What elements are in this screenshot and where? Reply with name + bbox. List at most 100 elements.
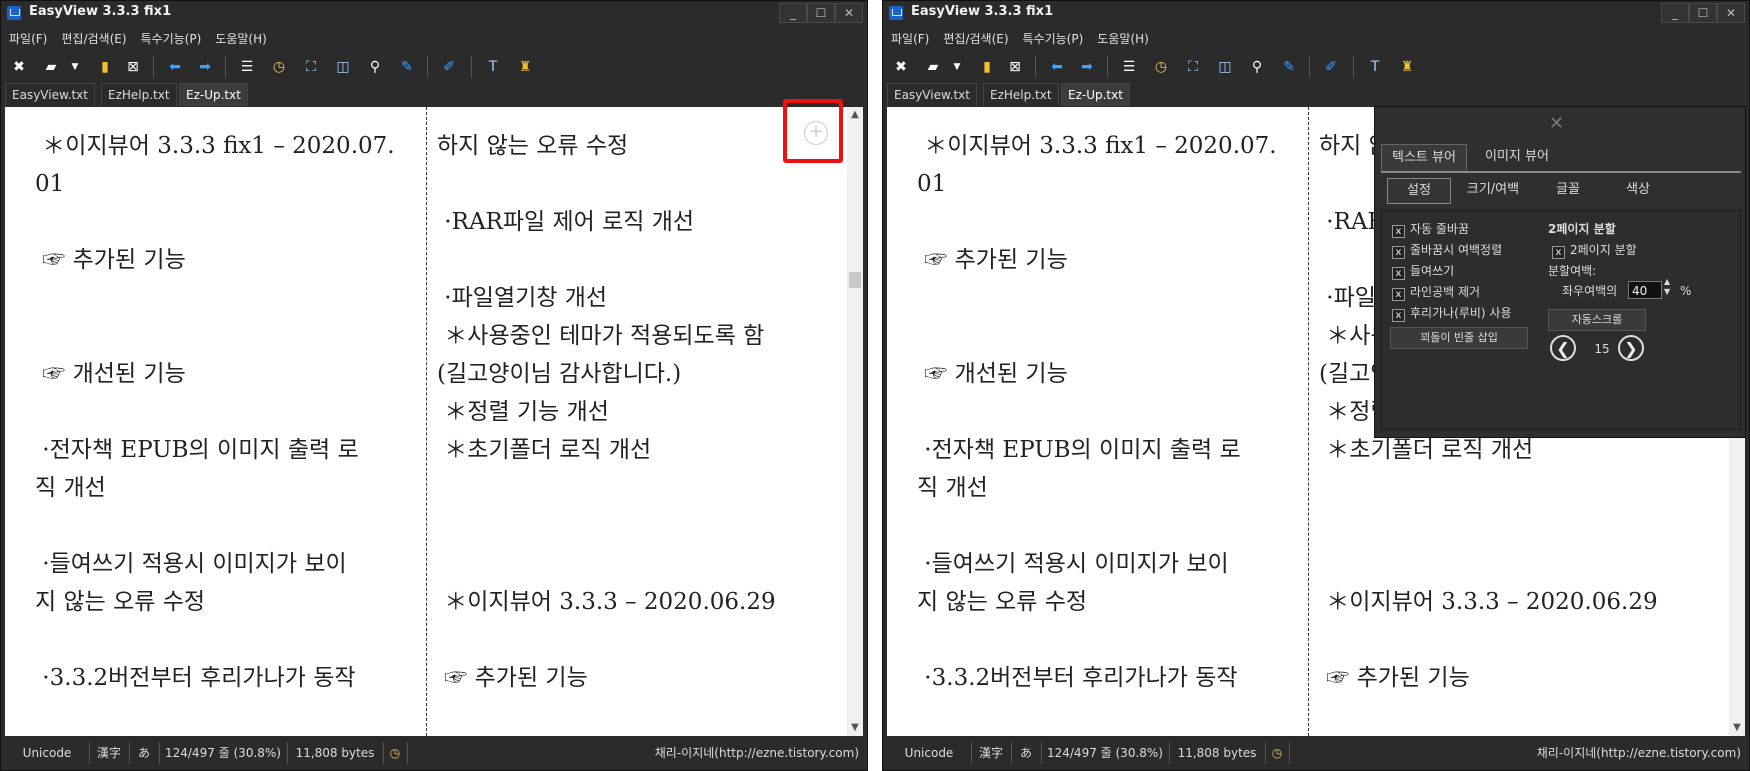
checkbox-box[interactable]: x [1392, 246, 1405, 259]
tab-easyview[interactable]: EasyView.txt [5, 83, 95, 106]
bookmark-icon[interactable]: ▮ [95, 57, 115, 77]
title-bar[interactable]: EasyView 3.3.3 fix1 _ ☐ ✕ [883, 1, 1749, 25]
menu-file[interactable]: 파일(F) [1, 27, 53, 47]
toc-icon[interactable]: ☰ [237, 57, 257, 77]
subtab-size-margin[interactable]: 크기/여백 [1457, 178, 1529, 202]
forward-arrow-icon[interactable]: ➡ [1077, 57, 1097, 77]
checkbox-wrap-align[interactable]: x 줄바꿈시 여백정렬 [1392, 242, 1502, 259]
tab-easyview[interactable]: EasyView.txt [887, 83, 977, 106]
pen-icon[interactable]: ✐ [439, 57, 459, 77]
vertical-scrollbar[interactable]: ▲ ▼ [847, 107, 863, 736]
close-file-icon[interactable]: ✖ [891, 57, 911, 77]
pin-icon[interactable]: ✎ [397, 57, 417, 77]
checkbox-box[interactable]: x [1392, 288, 1405, 301]
search-icon[interactable]: ⚲ [365, 57, 385, 77]
checkbox-box[interactable]: x [1552, 246, 1565, 259]
maximize-button[interactable]: ☐ [1689, 3, 1717, 23]
text-line [917, 621, 1307, 659]
panel-close-icon[interactable]: ✕ [1549, 113, 1564, 134]
status-clock-icon[interactable]: ◷ [383, 742, 408, 764]
fullscreen-icon[interactable]: ⛶ [1183, 57, 1203, 77]
close-window-button[interactable]: ✕ [1717, 3, 1745, 23]
menu-help[interactable]: 도움말(H) [207, 27, 273, 47]
scroll-down-icon[interactable]: ▼ [847, 720, 863, 736]
close-icon[interactable]: ⊠ [1005, 57, 1025, 77]
subtab-font[interactable]: 글꼴 [1537, 178, 1599, 202]
scroll-slower-icon[interactable]: ❮ [1550, 335, 1576, 361]
clock-icon[interactable]: ◷ [269, 57, 289, 77]
checkbox-label: 후리가나(루비) 사용 [1410, 306, 1512, 320]
checkbox-auto-wrap[interactable]: x 자동 줄바꿈 [1392, 221, 1469, 238]
insert-blank-line-button[interactable]: 꾀돌이 빈줄 삽입 [1390, 327, 1528, 349]
tab-text-viewer[interactable]: 텍스트 뷰어 [1381, 144, 1467, 171]
dropdown-arrow-icon[interactable]: ▼ [65, 57, 85, 77]
spinner-icon[interactable]: ▲ ▼ [1664, 277, 1670, 297]
fullscreen-icon[interactable]: ⛶ [301, 57, 321, 77]
bookmark-icon[interactable]: ▮ [977, 57, 997, 77]
margin-input[interactable]: 40 [1628, 281, 1662, 299]
layout-icon[interactable]: ◫ [333, 57, 353, 77]
status-encoding[interactable]: Unicode [887, 742, 972, 764]
scroll-faster-icon[interactable]: ❯ [1618, 335, 1644, 361]
brush-icon[interactable]: ♜ [1397, 57, 1417, 77]
text-view[interactable]: ＊이지뷰어 3.3.3 fix1 – 2020.07. 01 ☞ 추가된 기능 ☞… [5, 107, 847, 736]
open-folder-icon[interactable]: ▰ [41, 57, 61, 77]
scroll-up-icon[interactable]: ▲ [847, 107, 863, 123]
autoscroll-button[interactable]: 자동스크롤 [1548, 309, 1646, 331]
pin-icon[interactable]: ✎ [1279, 57, 1299, 77]
clock-icon[interactable]: ◷ [1151, 57, 1171, 77]
toc-icon[interactable]: ☰ [1119, 57, 1139, 77]
minimize-button[interactable]: _ [779, 3, 807, 23]
title-bar[interactable]: EasyView 3.3.3 fix1 _ ☐ ✕ [1, 1, 867, 25]
menu-special[interactable]: 특수기능(P) [1015, 27, 1090, 47]
tab-ezhelp[interactable]: EzHelp.txt [983, 83, 1059, 106]
tab-ezhelp[interactable]: EzHelp.txt [101, 83, 177, 106]
close-file-icon[interactable]: ✖ [9, 57, 29, 77]
dropdown-arrow-icon[interactable]: ▼ [947, 57, 967, 77]
checkbox-box[interactable]: x [1392, 267, 1405, 280]
menu-help[interactable]: 도움말(H) [1089, 27, 1155, 47]
back-arrow-icon[interactable]: ⬅ [1047, 57, 1067, 77]
menu-special[interactable]: 특수기능(P) [133, 27, 208, 47]
brush-icon[interactable]: ♜ [515, 57, 535, 77]
checkbox-box[interactable]: x [1392, 309, 1405, 322]
text-icon[interactable]: T [1365, 57, 1385, 77]
menu-edit-search[interactable]: 편집/검색(E) [53, 27, 132, 47]
close-window-button[interactable]: ✕ [835, 3, 863, 23]
checkbox-label: 줄바꿈시 여백정렬 [1410, 243, 1503, 257]
scroll-thumb[interactable] [849, 272, 861, 288]
status-kanji[interactable]: 漢字 [971, 742, 1012, 764]
text-line [917, 279, 1307, 317]
search-icon[interactable]: ⚲ [1247, 57, 1267, 77]
text-column-left: ＊이지뷰어 3.3.3 fix1 – 2020.07. 01 ☞ 추가된 기능 ☞… [35, 127, 425, 736]
maximize-button[interactable]: ☐ [807, 3, 835, 23]
close-icon[interactable]: ⊠ [123, 57, 143, 77]
checkbox-indent[interactable]: x 들여쓰기 [1392, 263, 1454, 280]
status-kana[interactable]: あ [1011, 742, 1042, 764]
status-kana[interactable]: あ [129, 742, 160, 764]
menu-edit-search[interactable]: 편집/검색(E) [935, 27, 1014, 47]
checkbox-furigana[interactable]: x 후리가나(루비) 사용 [1392, 305, 1512, 322]
options-plus-icon[interactable]: + [804, 121, 828, 145]
tab-image-viewer[interactable]: 이미지 뷰어 [1485, 144, 1549, 170]
open-folder-icon[interactable]: ▰ [923, 57, 943, 77]
status-clock-icon[interactable]: ◷ [1265, 742, 1290, 764]
minimize-button[interactable]: _ [1661, 3, 1689, 23]
toolbar-separator [153, 56, 154, 78]
menu-file[interactable]: 파일(F) [883, 27, 935, 47]
checkbox-remove-blank-lines[interactable]: x 라인공백 제거 [1392, 284, 1480, 301]
subtab-settings[interactable]: 설정 [1387, 178, 1451, 204]
forward-arrow-icon[interactable]: ➡ [195, 57, 215, 77]
tab-ez-up[interactable]: Ez-Up.txt [179, 83, 248, 106]
back-arrow-icon[interactable]: ⬅ [165, 57, 185, 77]
layout-icon[interactable]: ◫ [1215, 57, 1235, 77]
status-encoding[interactable]: Unicode [5, 742, 90, 764]
status-kanji[interactable]: 漢字 [89, 742, 130, 764]
checkbox-box[interactable]: x [1392, 225, 1405, 238]
scroll-down-icon[interactable]: ▼ [1729, 720, 1745, 736]
checkbox-two-page[interactable]: x 2페이지 분할 [1552, 242, 1637, 259]
text-icon[interactable]: T [483, 57, 503, 77]
pen-icon[interactable]: ✐ [1321, 57, 1341, 77]
tab-ez-up[interactable]: Ez-Up.txt [1061, 83, 1130, 106]
subtab-color[interactable]: 색상 [1607, 178, 1669, 202]
